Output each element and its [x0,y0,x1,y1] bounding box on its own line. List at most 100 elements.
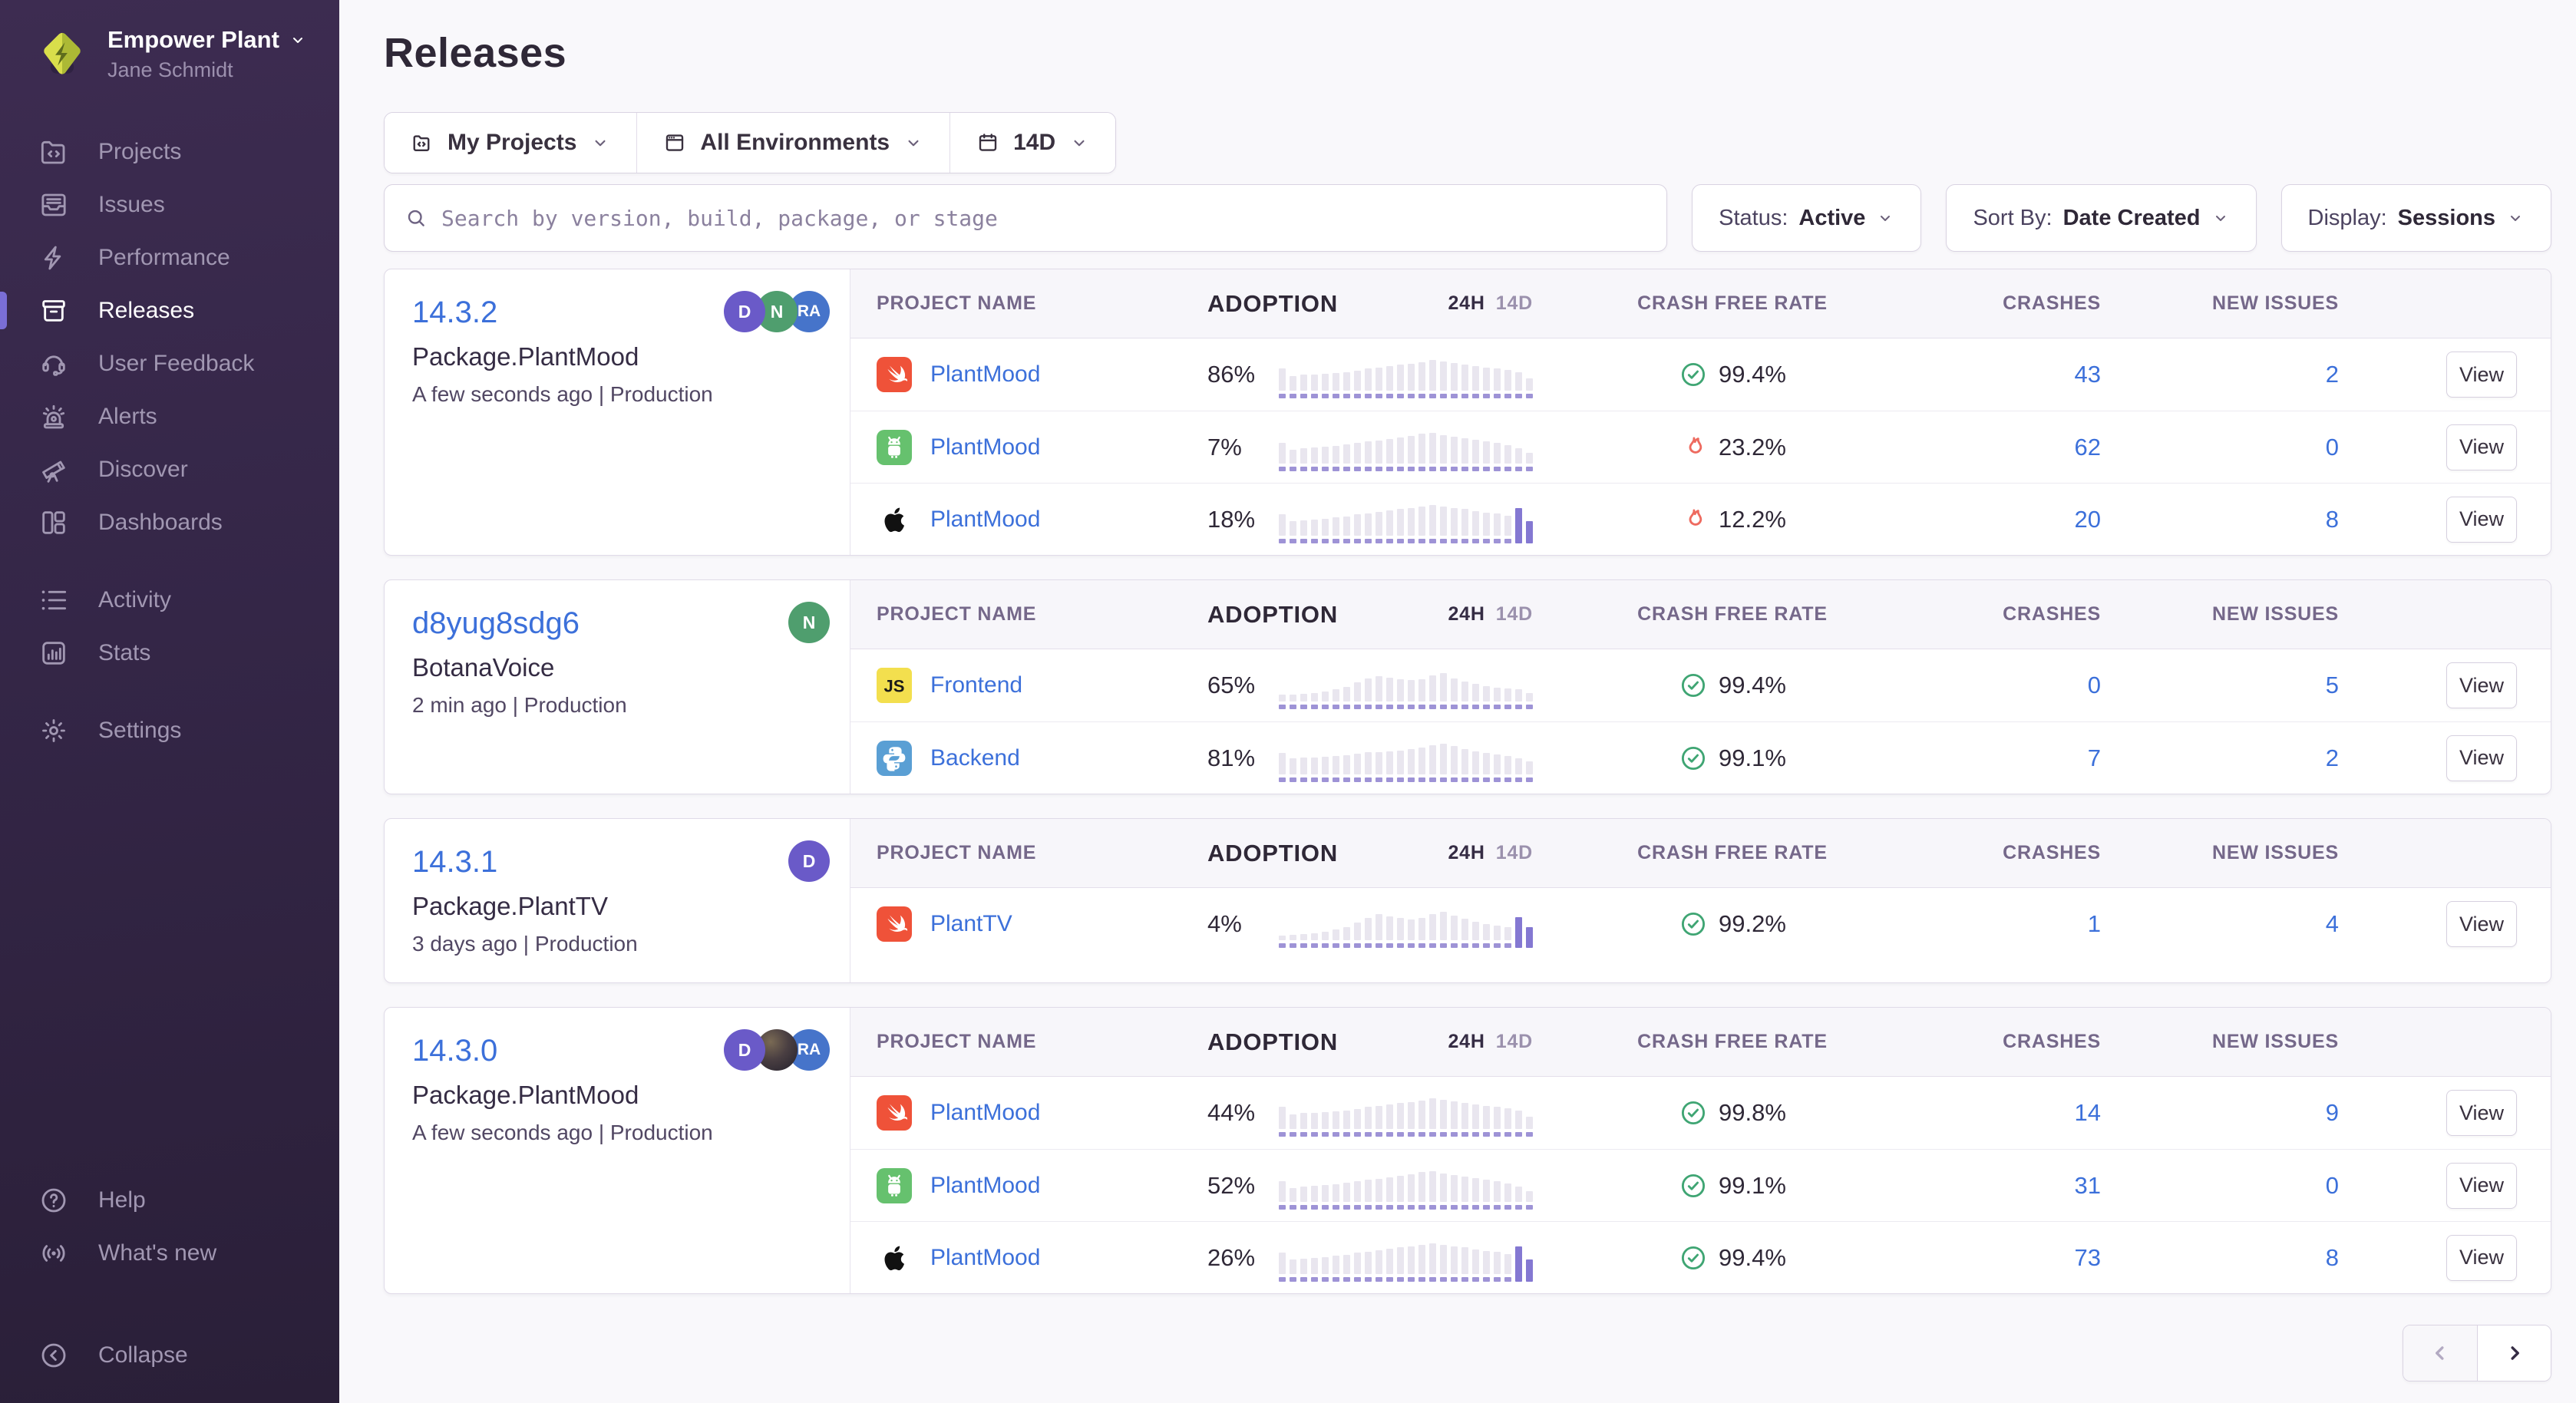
sidebar-item-activity[interactable]: Activity [0,573,339,626]
search-input[interactable] [441,206,1646,231]
project-link[interactable]: PlantMood [930,1100,1040,1126]
pagination-next-button[interactable] [2477,1325,2551,1381]
releases-icon [38,295,69,326]
sidebar-item-issues[interactable]: Issues [0,178,339,231]
sidebar-item-releases[interactable]: Releases [0,284,339,337]
table-row: PlantMood52%99.1%310View [850,1149,2551,1221]
chevron-down-icon [1069,133,1089,153]
apple-icon [877,502,912,537]
new-issues-count[interactable]: 2 [2326,744,2339,771]
crashes-count[interactable]: 43 [2075,361,2101,388]
toggle-24h[interactable]: 24H [1448,603,1485,626]
table-row: PlantMood26%99.4%738View [850,1221,2551,1293]
crashes-count[interactable]: 14 [2075,1099,2101,1126]
display-dropdown[interactable]: Display:Sessions [2281,184,2552,252]
view-button[interactable]: View [2446,424,2517,470]
dashboards-icon [38,507,69,538]
table-row: PlantMood7%23.2%620View [850,411,2551,483]
sidebar-item-user-feedback[interactable]: User Feedback [0,337,339,390]
adoption-value: 52% [1207,1172,1275,1200]
sidebar-item-help[interactable]: Help [0,1174,339,1226]
toggle-14d[interactable]: 14D [1496,1031,1533,1053]
new-issues-count[interactable]: 9 [2326,1099,2339,1126]
view-button[interactable]: View [2446,662,2517,708]
crashes-count[interactable]: 62 [2075,434,2101,461]
crashes-count[interactable]: 31 [2075,1172,2101,1199]
org-switcher[interactable]: Empower Plant Jane Schmidt [0,26,339,82]
date-range-button[interactable]: 14D [949,113,1115,173]
new-issues-count[interactable]: 0 [2326,434,2339,461]
adoption-sparkline [1279,424,1533,471]
crashes-count[interactable]: 1 [2088,910,2101,937]
project-link[interactable]: PlantMood [930,434,1040,461]
release-version-link[interactable]: 14.3.1 [412,845,822,880]
sidebar-item-what-s-new[interactable]: What's new [0,1226,339,1279]
view-button[interactable]: View [2446,352,2517,398]
sidebar-item-alerts[interactable]: Alerts [0,390,339,443]
sidebar-item-dashboards[interactable]: Dashboards [0,496,339,549]
crashes-count[interactable]: 7 [2088,744,2101,771]
new-issues-count[interactable]: 2 [2326,361,2339,388]
toggle-14d[interactable]: 14D [1496,292,1533,315]
crashes-count[interactable]: 0 [2088,672,2101,698]
new-issues-count[interactable]: 0 [2326,1172,2339,1199]
adoption-value: 7% [1207,434,1275,461]
view-button[interactable]: View [2446,1235,2517,1281]
toggle-24h[interactable]: 24H [1448,842,1485,864]
toggle-14d[interactable]: 14D [1496,603,1533,626]
project-link[interactable]: PlantTV [930,911,1012,937]
toggle-14d[interactable]: 14D [1496,842,1533,864]
view-button[interactable]: View [2446,901,2517,947]
crash-ok-icon [1679,909,1708,939]
new-issues-count[interactable]: 5 [2326,672,2339,698]
view-button[interactable]: View [2446,1163,2517,1209]
search-box[interactable] [384,184,1667,252]
release-version-link[interactable]: d8yug8sdg6 [412,606,822,641]
adoption-sparkline [1279,662,1533,709]
pagination-prev-button[interactable] [2403,1325,2477,1381]
nav-group: Settings [0,704,339,757]
view-button[interactable]: View [2446,497,2517,543]
chevron-right-icon [2502,1340,2528,1366]
sidebar-item-discover[interactable]: Discover [0,443,339,496]
settings-icon [38,715,69,746]
view-button[interactable]: View [2446,1090,2517,1136]
view-button[interactable]: View [2446,735,2517,781]
sidebar-nav: ProjectsIssuesPerformanceReleasesUser Fe… [0,125,339,1174]
new-issues-count[interactable]: 8 [2326,506,2339,533]
help-icon [38,1185,69,1216]
chevron-left-icon [2427,1340,2453,1366]
avatar: D [788,840,830,882]
sidebar-item-label: Stats [98,640,150,666]
project-filter-button[interactable]: My Projects [385,113,636,173]
sidebar-item-performance[interactable]: Performance [0,231,339,284]
crash-free-value: 99.8% [1719,1099,1786,1127]
project-link[interactable]: PlantMood [930,1245,1040,1271]
project-link[interactable]: Frontend [930,672,1022,698]
status-dropdown[interactable]: Status:Active [1692,184,1921,252]
adoption-value: 86% [1207,361,1275,388]
toggle-24h[interactable]: 24H [1448,1031,1485,1053]
sidebar-collapse-button[interactable]: Collapse [0,1329,339,1382]
project-link[interactable]: Backend [930,745,1020,771]
table-row: PlantMood44%99.8%149View [850,1077,2551,1149]
new-issues-count[interactable]: 4 [2326,910,2339,937]
sidebar-item-label: Alerts [98,404,157,430]
sidebar-item-settings[interactable]: Settings [0,704,339,757]
crashes-count[interactable]: 73 [2075,1244,2101,1271]
sidebar-item-projects[interactable]: Projects [0,125,339,178]
project-link[interactable]: PlantMood [930,1173,1040,1199]
sidebar-item-stats[interactable]: Stats [0,626,339,679]
release-table: Project NameAdoption24H14DCrash Free Rat… [850,269,2551,555]
toggle-24h[interactable]: 24H [1448,292,1485,315]
crashes-count[interactable]: 20 [2075,506,2101,533]
calendar-icon [976,131,999,154]
project-link[interactable]: PlantMood [930,361,1040,388]
new-issues-count[interactable]: 8 [2326,1244,2339,1271]
crash-fire-icon [1679,505,1708,534]
project-link[interactable]: PlantMood [930,507,1040,533]
sort-by-dropdown[interactable]: Sort By:Date Created [1946,184,2256,252]
sidebar-item-label: Discover [98,457,188,483]
environment-filter-button[interactable]: All Environments [636,113,949,173]
column-header-crash-free-rate: Crash Free Rate [1533,1031,1932,1053]
